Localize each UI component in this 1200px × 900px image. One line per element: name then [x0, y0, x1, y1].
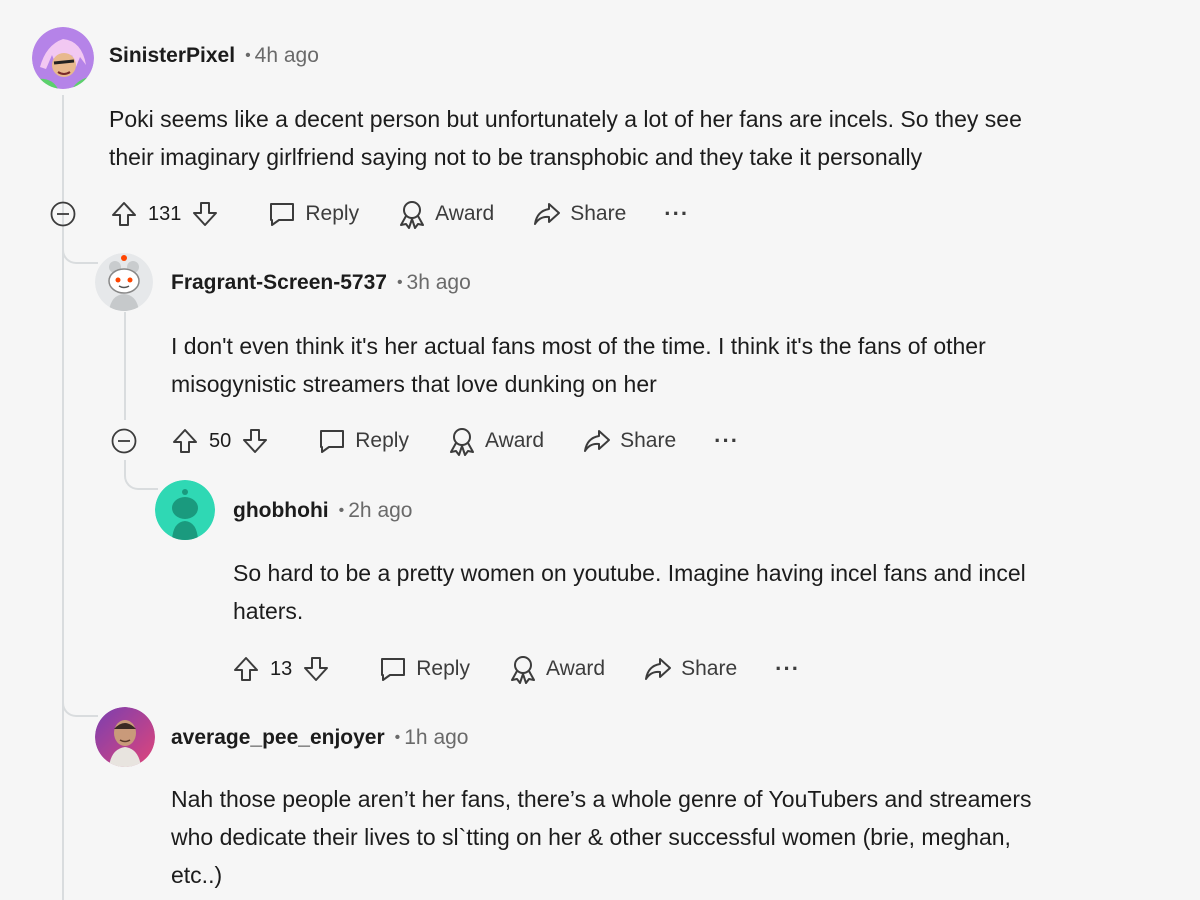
reply-label: Reply — [355, 429, 409, 452]
comment-body: Nah those people aren’t her fans, there’… — [171, 780, 1032, 894]
collapse-button[interactable] — [50, 201, 76, 227]
username[interactable]: SinisterPixel — [109, 44, 235, 68]
timestamp[interactable]: 1h ago — [404, 726, 468, 750]
avatar[interactable] — [155, 480, 215, 540]
vote-group: 13 — [232, 655, 330, 683]
award-button[interactable]: Award — [447, 426, 544, 456]
comment-meta: SinisterPixel • 4h ago — [109, 44, 319, 68]
award-label: Award — [435, 202, 495, 225]
comment-line: So hard to be a pretty women on youtube.… — [233, 560, 1026, 586]
upvote-button[interactable] — [110, 200, 138, 228]
collapse-icon — [111, 428, 137, 454]
share-button[interactable]: Share — [643, 655, 737, 683]
username[interactable]: average_pee_enjoyer — [171, 726, 385, 750]
share-label: Share — [570, 202, 627, 225]
more-options-button[interactable]: ··· — [775, 656, 800, 682]
avatar[interactable] — [95, 253, 153, 311]
vote-count: 50 — [209, 429, 232, 452]
timestamp[interactable]: 4h ago — [255, 44, 319, 68]
reply-label: Reply — [416, 657, 470, 680]
award-icon — [449, 428, 474, 456]
collapse-icon — [50, 201, 76, 227]
share-button[interactable]: Share — [532, 200, 626, 228]
comment-meta: ghobhohi • 2h ago — [233, 499, 412, 523]
comment-line: Nah those people aren’t her fans, there’… — [171, 786, 1032, 812]
separator-dot: • — [394, 729, 401, 746]
comment-body: Poki seems like a decent person but unfo… — [109, 100, 1022, 176]
reply-label: Reply — [305, 202, 360, 225]
downvote-icon — [193, 202, 218, 226]
reply-button[interactable]: Reply — [317, 427, 409, 455]
more-options-button[interactable]: ··· — [664, 201, 689, 227]
username[interactable]: Fragrant-Screen-5737 — [171, 271, 387, 295]
vote-count: 131 — [148, 202, 182, 225]
downvote-icon — [304, 657, 329, 681]
avatar[interactable] — [95, 707, 155, 767]
reply-button[interactable]: Reply — [378, 655, 470, 683]
downvote-button[interactable] — [241, 427, 269, 455]
vote-count: 13 — [270, 657, 293, 680]
more-options-button[interactable]: ··· — [714, 428, 739, 454]
award-button[interactable]: Award — [508, 654, 605, 684]
separator-dot: • — [396, 274, 403, 291]
reply-icon — [381, 658, 406, 681]
vote-group: 50 — [171, 427, 269, 455]
timestamp[interactable]: 2h ago — [348, 499, 412, 523]
comment-actions: 13 Reply Award Share ··· — [232, 651, 800, 687]
thread-connector-c2 — [62, 232, 98, 264]
upvote-button[interactable] — [171, 427, 199, 455]
downvote-button[interactable] — [302, 655, 330, 683]
thread-connector-c3 — [124, 460, 158, 490]
comment-actions: 131 Reply Award Share ··· — [110, 196, 689, 232]
username[interactable]: ghobhohi — [233, 499, 329, 523]
avatar[interactable] — [32, 27, 94, 89]
share-icon — [534, 203, 561, 225]
vote-group: 131 — [110, 200, 219, 228]
share-label: Share — [620, 429, 677, 452]
comment-actions: 50 Reply Award Share ··· — [171, 423, 739, 459]
award-icon — [400, 201, 425, 229]
comment-line: their imaginary girlfriend saying not to… — [109, 144, 923, 170]
comment-body: So hard to be a pretty women on youtube.… — [233, 554, 1026, 630]
thread-connector-c4 — [62, 685, 98, 717]
share-label: Share — [681, 657, 738, 680]
downvote-icon — [243, 429, 268, 453]
comment-line: etc..) — [171, 862, 223, 888]
award-label: Award — [484, 429, 545, 452]
comment-line: I don't even think it's her actual fans … — [171, 333, 986, 359]
comment-line: haters. — [233, 598, 304, 624]
upvote-button[interactable] — [232, 655, 260, 683]
reply-button[interactable]: Reply — [267, 200, 359, 228]
upvote-icon — [234, 657, 258, 681]
downvote-button[interactable] — [191, 200, 219, 228]
collapse-button[interactable] — [111, 428, 137, 454]
reply-icon — [270, 203, 295, 226]
comment-meta: Fragrant-Screen-5737 • 3h ago — [171, 271, 471, 295]
comment-meta: average_pee_enjoyer • 1h ago — [171, 726, 468, 750]
comment-line: who dedicate their lives to sl`tting on … — [171, 824, 1011, 850]
award-button[interactable]: Award — [397, 199, 494, 229]
share-icon — [584, 430, 611, 452]
reply-icon — [320, 430, 345, 453]
timestamp[interactable]: 3h ago — [407, 271, 471, 295]
thread-line-level2 — [124, 312, 126, 420]
comment-body: I don't even think it's her actual fans … — [171, 327, 986, 403]
separator-dot: • — [338, 502, 345, 519]
share-button[interactable]: Share — [582, 427, 676, 455]
award-icon — [510, 656, 535, 684]
upvote-icon — [112, 202, 136, 226]
award-label: Award — [545, 657, 606, 680]
separator-dot: • — [245, 47, 251, 64]
comment-line: Poki seems like a decent person but unfo… — [109, 106, 1022, 132]
share-icon — [645, 658, 672, 680]
upvote-icon — [173, 429, 197, 453]
comment-line: misogynistic streamers that love dunking… — [171, 371, 657, 397]
